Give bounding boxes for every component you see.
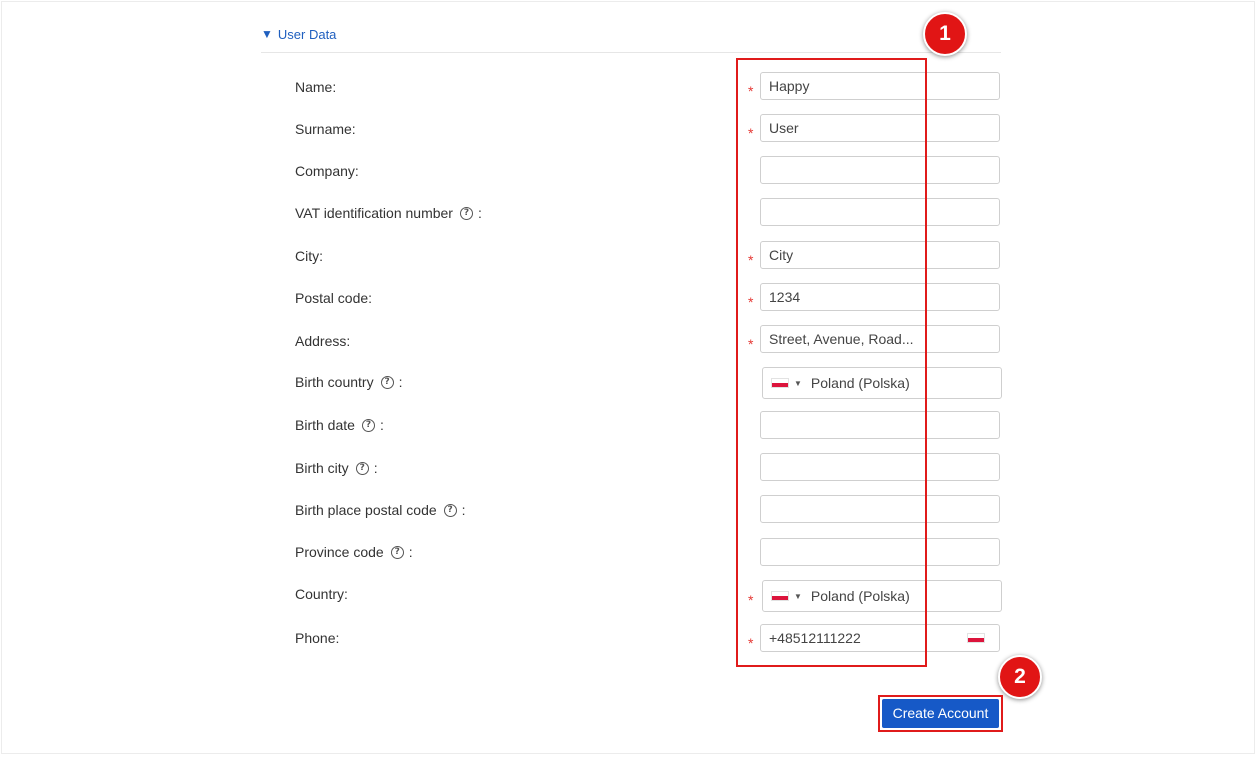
label-colon: : [373,460,378,476]
question-circle-icon[interactable]: ? [390,545,404,559]
label-colon: : [477,205,482,221]
form-row-address: Address: * Street, Avenue, Road... [0,325,1258,357]
step-badge-1: 1 [923,12,967,56]
surname-label: Surname: [295,121,356,137]
city-label: City: [295,248,323,264]
poland-flag-icon[interactable] [967,633,985,643]
form-row-birth-postal-code: Birth place postal code ? : [0,495,1258,527]
vat-label: VAT identification number ? : [295,204,482,222]
label-colon: : [408,544,413,560]
birth-country-label: Birth country ? : [295,373,402,391]
province-code-label-text: Province code [295,544,384,560]
province-code-label: Province code ? : [295,543,413,561]
birth-city-label: Birth city ? : [295,459,378,477]
birth-postal-code-label-text: Birth place postal code [295,502,437,518]
section-title: User Data [277,27,337,42]
label-colon: : [379,417,384,433]
question-circle-icon[interactable]: ? [443,503,457,517]
highlight-box-button: Create Account [878,695,1003,732]
collapse-triangle-icon: ▼ [261,27,273,41]
name-label: Name: [295,79,337,95]
step-badge-2: 2 [998,655,1042,699]
label-colon: : [398,374,403,390]
form-row-city: City: * City [0,241,1258,273]
birth-postal-code-label: Birth place postal code ? : [295,501,466,519]
birth-date-label-text: Birth date [295,417,355,433]
user-data-section-toggle[interactable]: ▼ User Data [261,26,1001,53]
form-row-company: Company: [0,156,1258,188]
form-row-name: Name: * Happy [0,72,1258,104]
question-circle-icon[interactable]: ? [355,461,369,475]
label-colon: : [461,502,466,518]
create-account-button[interactable]: Create Account [882,699,999,728]
question-circle-icon[interactable]: ? [380,375,394,389]
address-label: Address: [295,333,351,349]
form-row-vat: VAT identification number ? : [0,198,1258,230]
company-label: Company: [295,163,359,179]
postal-code-label: Postal code: [295,290,373,306]
form-row-country: Country: * ▼ Poland (Polska) [0,580,1258,612]
form-row-province-code: Province code ? : [0,538,1258,570]
country-label: Country: [295,586,348,602]
birth-date-label: Birth date ? : [295,416,384,434]
form-row-surname: Surname: * User [0,114,1258,146]
question-circle-icon[interactable]: ? [459,206,473,220]
vat-label-text: VAT identification number [295,205,453,221]
highlight-box-fields [736,58,927,667]
phone-label: Phone: [295,630,340,646]
form-row-birth-city: Birth city ? : [0,453,1258,485]
birth-city-label-text: Birth city [295,460,349,476]
form-row-postal-code: Postal code: * 1234 [0,283,1258,315]
birth-country-label-text: Birth country [295,374,374,390]
form-row-birth-date: Birth date ? : [0,411,1258,443]
form-row-phone: Phone: * +48512111222 [0,624,1258,656]
question-circle-icon[interactable]: ? [361,418,375,432]
form-row-birth-country: Birth country ? : ▼ Poland (Polska) [0,367,1258,399]
